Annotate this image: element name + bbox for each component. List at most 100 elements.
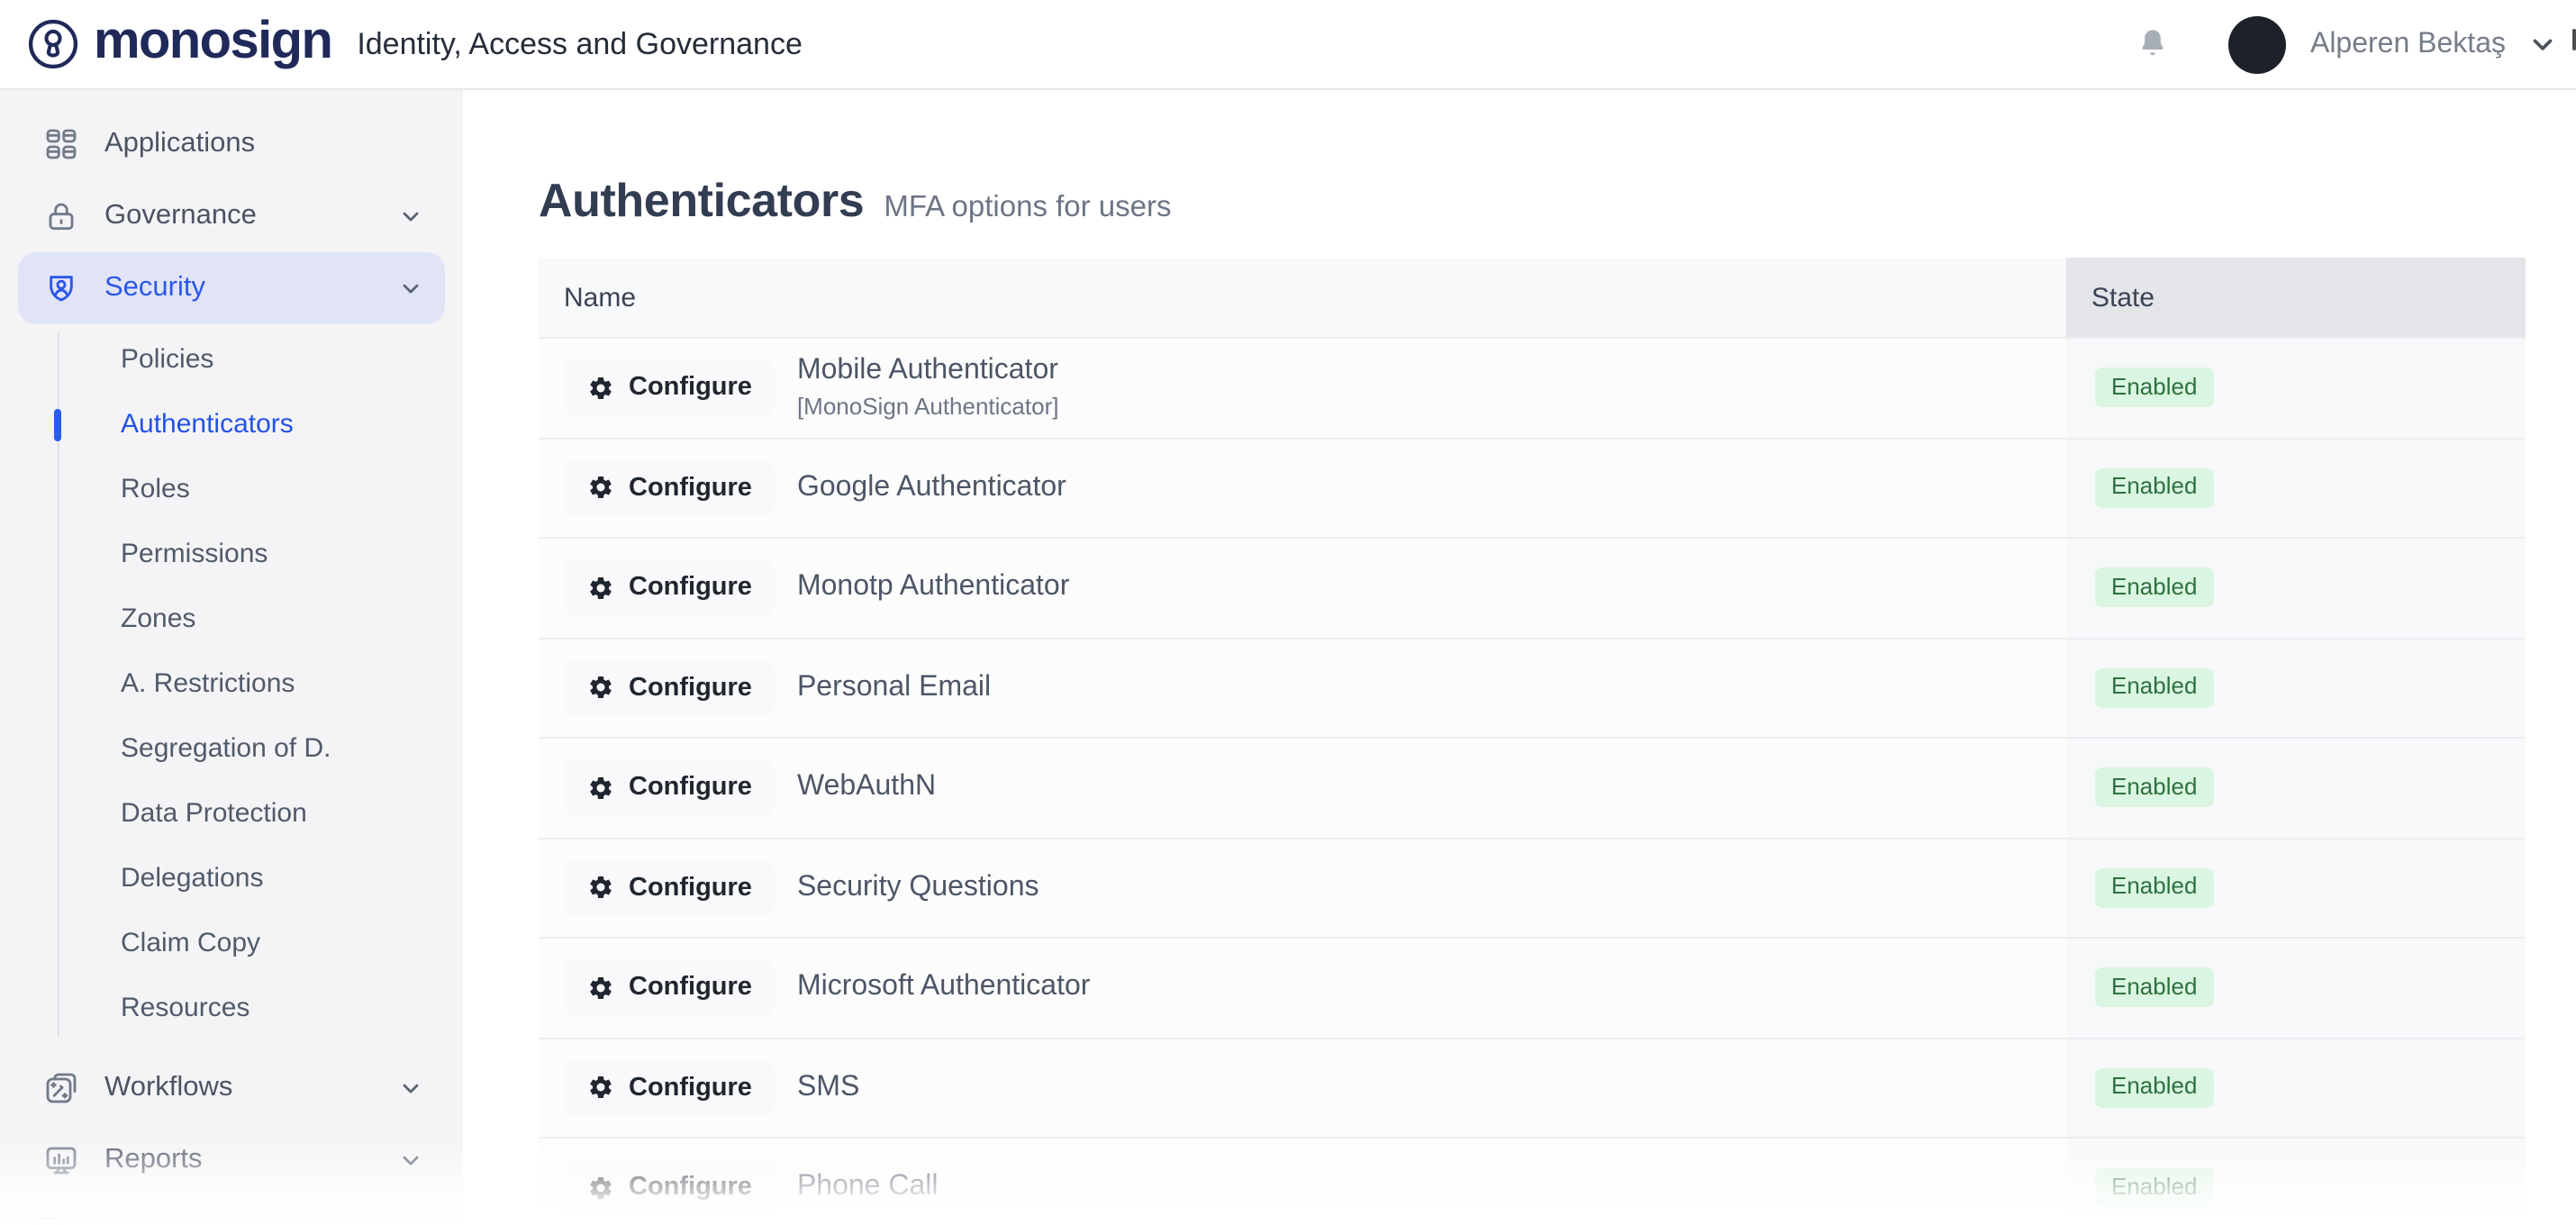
configure-button[interactable]: Configure — [564, 859, 776, 917]
state-cell: Enabled — [2066, 339, 2526, 437]
app-root: monosign Identity, Access and Governance… — [0, 0, 2576, 1225]
configure-button-label: Configure — [629, 574, 752, 603]
table-row: Configure Phone Call Enabled — [539, 1137, 2526, 1225]
chevron-down-icon — [398, 1075, 423, 1101]
authenticator-name-text: Mobile Authenticator — [797, 353, 1059, 389]
sidebar-subitem-resources[interactable]: Resources — [0, 976, 463, 1041]
scrollbar-thumb[interactable] — [2571, 29, 2576, 50]
sidebar-item-governance[interactable]: Governance — [18, 180, 445, 252]
subitem-label: Authenticators — [121, 409, 294, 440]
authenticator-name-text: Personal Email — [797, 670, 991, 706]
main-content: Authenticators MFA options for users Nam… — [463, 90, 2576, 1225]
user-menu-chevron-down-icon[interactable] — [2527, 29, 2558, 59]
workflow-wand-icon — [43, 1070, 79, 1106]
state-cell: Enabled — [2066, 539, 2526, 637]
notifications-bell-icon[interactable] — [2136, 25, 2172, 63]
sidebar-subitem-policies[interactable]: Policies — [0, 328, 463, 393]
authenticator-name-text: WebAuthN — [797, 770, 936, 806]
sidebar-item-label: Applications — [104, 128, 255, 160]
sidebar: Applications Governance — [0, 90, 463, 1225]
user-avatar[interactable] — [2229, 15, 2287, 73]
configure-button-label: Configure — [629, 1074, 752, 1102]
status-badge: Enabled — [2095, 368, 2213, 408]
authenticator-name: Personal Email — [797, 670, 991, 706]
name-cell: Configure Microsoft Authenticator — [539, 939, 2066, 1037]
state-cell: Enabled — [2066, 939, 2526, 1037]
table-row: Configure Security Questions Enabled — [539, 837, 2526, 937]
column-header-name: Name — [539, 258, 2066, 337]
status-badge: Enabled — [2095, 668, 2213, 708]
table-row: Configure Google Authenticator Enabled — [539, 437, 2526, 537]
status-badge: Enabled — [2095, 568, 2213, 608]
subitem-label: Delegations — [121, 863, 263, 894]
report-chart-monitor-icon — [43, 1142, 79, 1178]
state-cell: Enabled — [2066, 739, 2526, 837]
table-row: Configure Microsoft Authenticator Enable… — [539, 937, 2526, 1037]
sidebar-subitem-claim-copy[interactable]: Claim Copy — [0, 912, 463, 976]
security-submenu: Policies Authenticators Roles Permission… — [0, 328, 463, 1041]
configure-button[interactable]: Configure — [564, 759, 776, 817]
gear-icon — [587, 975, 614, 1002]
brand-logo[interactable]: monosign — [27, 15, 331, 73]
configure-button[interactable]: Configure — [564, 359, 776, 417]
user-name[interactable]: Alperen Bektaş — [2310, 28, 2506, 60]
authenticator-name-text: Monotp Authenticator — [797, 570, 1069, 606]
gear-icon — [587, 775, 614, 802]
sidebar-item-label: Workflows — [104, 1072, 232, 1104]
state-cell: Enabled — [2066, 1039, 2526, 1137]
name-cell: Configure Security Questions — [539, 839, 2066, 937]
configure-button[interactable]: Configure — [564, 459, 776, 517]
name-cell: Configure WebAuthN — [539, 739, 2066, 837]
configure-button[interactable]: Configure — [564, 559, 776, 617]
authenticator-name-text: Phone Call — [797, 1170, 939, 1206]
gear-icon — [587, 575, 614, 602]
sidebar-subitem-permissions[interactable]: Permissions — [0, 522, 463, 587]
configure-button[interactable]: Configure — [564, 1159, 776, 1217]
subitem-label: Permissions — [121, 539, 268, 569]
authenticator-name: Google Authenticator — [797, 470, 1066, 506]
sidebar-item-security[interactable]: Security — [18, 252, 445, 324]
name-cell: Configure Personal Email — [539, 639, 2066, 737]
state-cell: Enabled — [2066, 1139, 2526, 1225]
configure-button[interactable]: Configure — [564, 659, 776, 717]
subitem-label: Policies — [121, 344, 213, 375]
name-cell: Configure SMS — [539, 1039, 2066, 1137]
authenticator-name-text: Security Questions — [797, 870, 1039, 906]
authenticator-name-text: Google Authenticator — [797, 470, 1066, 506]
sidebar-subitem-delegations[interactable]: Delegations — [0, 847, 463, 912]
sidebar-subitem-zones[interactable]: Zones — [0, 587, 463, 652]
gear-icon — [587, 875, 614, 902]
subitem-label: Segregation of D. — [121, 733, 331, 764]
page-title: Authenticators — [539, 173, 864, 229]
state-cell: Enabled — [2066, 839, 2526, 937]
sidebar-item-reports[interactable]: Reports — [18, 1124, 445, 1196]
configure-button[interactable]: Configure — [564, 959, 776, 1017]
authenticator-name: WebAuthN — [797, 770, 936, 806]
sidebar-item-applications[interactable]: Applications — [18, 108, 445, 180]
authenticator-name: SMS — [797, 1070, 859, 1106]
authenticator-name: Microsoft Authenticator — [797, 970, 1091, 1006]
topbar: monosign Identity, Access and Governance… — [0, 0, 2576, 90]
sidebar-item-workflows[interactable]: Workflows — [18, 1052, 445, 1124]
status-badge: Enabled — [2095, 868, 2213, 908]
table-header-row: Name State — [539, 258, 2526, 337]
authenticator-name: Mobile Authenticator [MonoSign Authentic… — [797, 353, 1059, 422]
sidebar-subitem-authenticators[interactable]: Authenticators — [0, 393, 463, 458]
chevron-down-icon — [398, 204, 423, 229]
sidebar-subitem-a-restrictions[interactable]: A. Restrictions — [0, 652, 463, 717]
gear-icon — [587, 675, 614, 702]
table-row: Configure SMS Enabled — [539, 1037, 2526, 1137]
shield-user-icon — [43, 270, 79, 306]
configure-button[interactable]: Configure — [564, 1059, 776, 1117]
app-tagline: Identity, Access and Governance — [357, 26, 803, 62]
page-header: Authenticators MFA options for users — [539, 173, 2576, 229]
state-cell: Enabled — [2066, 439, 2526, 537]
sidebar-subitem-segregation-of-d[interactable]: Segregation of D. — [0, 717, 463, 782]
configure-button-label: Configure — [629, 974, 752, 1003]
name-cell: Configure Mobile Authenticator [MonoSign… — [539, 339, 2066, 437]
monosign-keyhole-icon — [27, 18, 79, 70]
state-cell: Enabled — [2066, 639, 2526, 737]
sidebar-subitem-roles[interactable]: Roles — [0, 458, 463, 522]
authenticator-name: Security Questions — [797, 870, 1039, 906]
sidebar-subitem-data-protection[interactable]: Data Protection — [0, 782, 463, 847]
